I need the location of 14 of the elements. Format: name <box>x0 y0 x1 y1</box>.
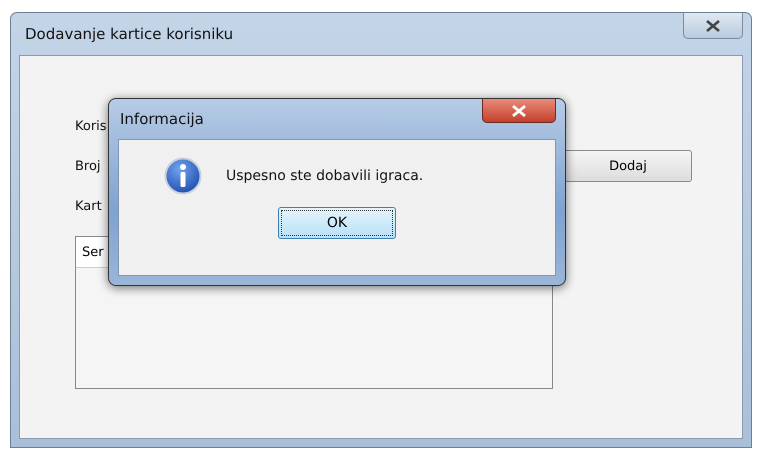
close-button[interactable] <box>482 99 556 123</box>
close-icon <box>705 20 721 32</box>
close-icon <box>511 104 527 116</box>
message-text: Uspesno ste dobavili igraca. <box>226 168 424 184</box>
dialog-title: Informacija <box>120 110 204 128</box>
field-label: Koris <box>75 118 107 134</box>
close-button[interactable] <box>683 13 743 39</box>
ok-button[interactable]: OK <box>278 207 396 239</box>
column-header: Ser <box>82 244 104 260</box>
window-title: Dodavanje kartice korisniku <box>25 25 234 43</box>
info-icon <box>164 157 202 195</box>
add-button[interactable]: Dodaj <box>564 150 692 182</box>
field-label: Broj <box>75 158 101 174</box>
field-label: Kart <box>75 198 102 214</box>
